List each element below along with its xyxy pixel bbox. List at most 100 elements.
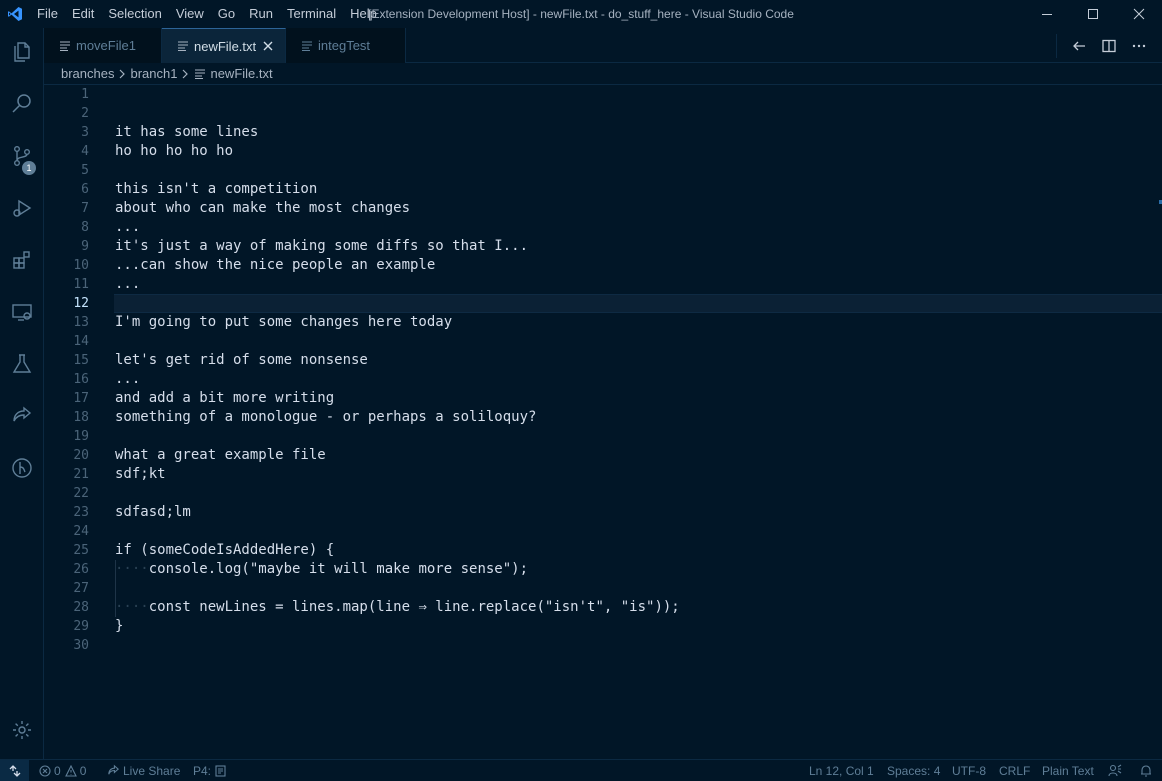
- go-back-button[interactable]: [1064, 28, 1094, 63]
- breadcrumb-item-file[interactable]: newFile.txt: [210, 66, 272, 81]
- menu-run[interactable]: Run: [242, 0, 280, 28]
- line-content: console.log("maybe it will make more sen…: [148, 561, 529, 577]
- code-line[interactable]: 25 if (someCodeIsAddedHere) {: [44, 541, 1162, 560]
- divider: [1056, 34, 1057, 58]
- code-line[interactable]: 10 ...can show the nice people an example: [44, 256, 1162, 275]
- menu-edit[interactable]: Edit: [65, 0, 101, 28]
- code-line[interactable]: 9 it's just a way of making some diffs so…: [44, 237, 1162, 256]
- code-line[interactable]: 28 ····const newLines = lines.map(line ⇒ …: [44, 598, 1162, 617]
- explorer-icon[interactable]: [0, 28, 44, 76]
- testing-flask-icon[interactable]: [0, 340, 44, 388]
- line-number: 21: [73, 467, 89, 482]
- code-line[interactable]: 7 about who can make the most changes: [44, 199, 1162, 218]
- tab-integtest[interactable]: integTest: [286, 28, 406, 63]
- more-actions-icon[interactable]: [1124, 28, 1154, 63]
- code-line[interactable]: 2: [44, 104, 1162, 123]
- code-line[interactable]: 23 sdfasd;lm: [44, 503, 1162, 522]
- breadcrumb: branches branch1 newFile.txt: [44, 63, 1162, 85]
- menu-file[interactable]: File: [30, 0, 65, 28]
- cursor-position[interactable]: Ln 12, Col 1: [809, 760, 874, 781]
- minimize-button[interactable]: [1024, 0, 1070, 28]
- code-line[interactable]: 26 ····console.log("maybe it will make mo…: [44, 560, 1162, 579]
- live-share-status[interactable]: Live Share: [107, 760, 180, 781]
- encoding-setting[interactable]: UTF-8: [952, 760, 986, 781]
- line-number: 8: [81, 220, 89, 235]
- language-mode[interactable]: Plain Text: [1042, 760, 1094, 781]
- p4-status[interactable]: P4:: [193, 760, 229, 781]
- menu-view[interactable]: View: [169, 0, 211, 28]
- line-content: }: [115, 618, 124, 634]
- code-line[interactable]: 4 ho ho ho ho ho: [44, 142, 1162, 161]
- title-bar: File Edit Selection View Go Run Terminal…: [0, 0, 1162, 28]
- line-number: 12: [73, 296, 89, 311]
- indentation-setting[interactable]: Spaces: 4: [887, 760, 940, 781]
- close-tab-icon[interactable]: [261, 39, 275, 53]
- code-line[interactable]: 19: [44, 427, 1162, 446]
- line-number: 19: [73, 429, 89, 444]
- extensions-icon[interactable]: [0, 236, 44, 284]
- run-debug-icon[interactable]: [0, 184, 44, 232]
- git-graph-icon[interactable]: [0, 444, 44, 492]
- feedback-icon[interactable]: [1108, 760, 1125, 781]
- line-text: this isn't a competition: [115, 180, 317, 199]
- code-line[interactable]: 14: [44, 332, 1162, 351]
- code-line[interactable]: 3 it has some lines: [44, 123, 1162, 142]
- remote-explorer-icon[interactable]: [0, 288, 44, 336]
- activity-bar: 1: [0, 28, 44, 759]
- source-control-icon[interactable]: 1: [0, 132, 44, 180]
- live-share-icon[interactable]: [0, 392, 44, 440]
- breadcrumb-item-branch1[interactable]: branch1: [130, 66, 177, 81]
- settings-gear-icon[interactable]: [0, 706, 44, 754]
- line-content: it's just a way of making some diffs so …: [115, 238, 529, 254]
- line-number: 18: [73, 410, 89, 425]
- search-icon[interactable]: [0, 80, 44, 128]
- remote-indicator-icon[interactable]: [0, 760, 29, 781]
- code-line[interactable]: 22: [44, 484, 1162, 503]
- problems-indicator[interactable]: 0 0: [39, 760, 86, 781]
- menu-terminal[interactable]: Terminal: [280, 0, 343, 28]
- code-line[interactable]: 6 this isn't a competition: [44, 180, 1162, 199]
- tab-movefile1[interactable]: moveFile1: [44, 28, 162, 63]
- code-line[interactable]: 5: [44, 161, 1162, 180]
- code-line[interactable]: 17 and add a bit more writing: [44, 389, 1162, 408]
- menu-go[interactable]: Go: [211, 0, 242, 28]
- line-number: 9: [81, 239, 89, 254]
- code-line[interactable]: 29}: [44, 617, 1162, 636]
- menu-help[interactable]: Help: [343, 0, 384, 28]
- line-text: ...: [115, 218, 140, 237]
- line-text: it's just a way of making some diffs so …: [115, 237, 528, 256]
- code-line[interactable]: 30: [44, 636, 1162, 655]
- split-editor-button[interactable]: [1094, 28, 1124, 63]
- close-window-button[interactable]: [1116, 0, 1162, 28]
- menu-selection[interactable]: Selection: [101, 0, 168, 28]
- line-content: ...: [115, 371, 141, 387]
- code-line[interactable]: 27: [44, 579, 1162, 598]
- tab-label: integTest: [318, 38, 371, 53]
- chevron-right-icon: [118, 69, 126, 79]
- line-text: let's get rid of some nonsense: [115, 351, 368, 370]
- line-number: 22: [73, 486, 89, 501]
- code-line[interactable]: 8...: [44, 218, 1162, 237]
- code-line[interactable]: 1: [44, 85, 1162, 104]
- breadcrumb-item-branches[interactable]: branches: [61, 66, 114, 81]
- code-line[interactable]: 20 what a great example file: [44, 446, 1162, 465]
- line-number: 17: [73, 391, 89, 406]
- line-number: 25: [73, 543, 89, 558]
- code-line[interactable]: 24: [44, 522, 1162, 541]
- code-editor[interactable]: 1 2 3 it has some lines 4 ho ho ho ho ho 5 6 thi…: [44, 85, 1162, 759]
- eol-setting[interactable]: CRLF: [999, 760, 1030, 781]
- code-line[interactable]: 18 something of a monologue - or perhaps …: [44, 408, 1162, 427]
- notifications-bell-icon[interactable]: [1139, 760, 1156, 781]
- code-line[interactable]: 11...: [44, 275, 1162, 294]
- maximize-button[interactable]: [1070, 0, 1116, 28]
- tab-newfile[interactable]: newFile.txt: [162, 28, 286, 63]
- code-line[interactable]: 16...: [44, 370, 1162, 389]
- line-number: 29: [73, 619, 89, 634]
- window-controls: [1024, 0, 1162, 28]
- code-line[interactable]: 13 I'm going to put some changes here tod…: [44, 313, 1162, 332]
- line-content: ...: [115, 276, 141, 292]
- line-text: something of a monologue - or perhaps a …: [115, 408, 536, 427]
- code-line[interactable]: 15 let's get rid of some nonsense: [44, 351, 1162, 370]
- code-line[interactable]: 12: [44, 294, 1162, 313]
- code-line[interactable]: 21 sdf;kt: [44, 465, 1162, 484]
